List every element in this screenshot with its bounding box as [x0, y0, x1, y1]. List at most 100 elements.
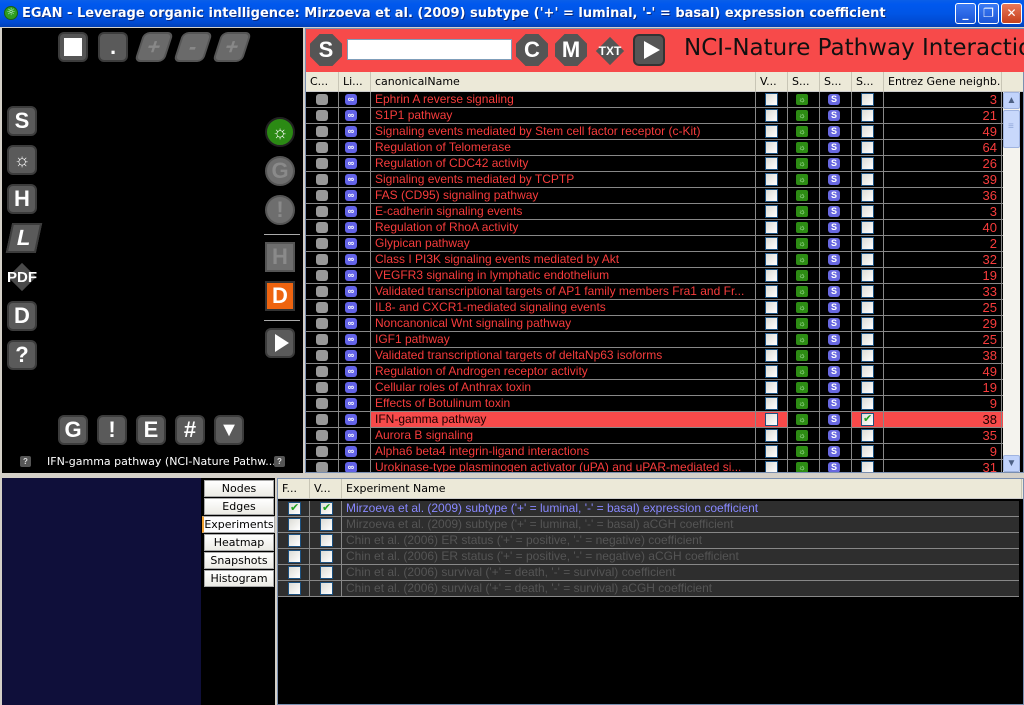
help-small-icon-left[interactable]: ?	[20, 456, 31, 467]
pathway-name[interactable]: Regulation of Telomerase	[371, 140, 756, 155]
pathway-scrollbar[interactable]: ▲ ▼	[1003, 92, 1020, 472]
s1-cell[interactable]: ☼	[788, 108, 820, 123]
select-all-button[interactable]	[58, 32, 88, 62]
s3-cell[interactable]	[852, 428, 884, 443]
s3-checkbox[interactable]	[861, 301, 874, 314]
link-cell[interactable]: ∞	[339, 236, 371, 251]
s2-cell[interactable]: S	[820, 108, 852, 123]
v-checkbox[interactable]	[765, 125, 778, 138]
link-cell[interactable]: ∞	[339, 284, 371, 299]
s3-checkbox[interactable]	[861, 285, 874, 298]
s3-checkbox[interactable]	[861, 93, 874, 106]
link-cell[interactable]: ∞	[339, 380, 371, 395]
d-button[interactable]: D	[7, 301, 37, 331]
link-cell[interactable]: ∞	[339, 300, 371, 315]
s2-cell[interactable]: S	[820, 284, 852, 299]
experiment-name[interactable]: Mirzoeva et al. (2009) subtype ('+' = lu…	[342, 517, 1019, 532]
v-cell[interactable]	[756, 108, 788, 123]
scroll-thumb[interactable]	[1003, 110, 1020, 148]
f-checkbox[interactable]	[288, 518, 301, 531]
s2-cell[interactable]: S	[820, 380, 852, 395]
v-checkbox[interactable]	[320, 582, 333, 595]
g-button-disabled[interactable]: G	[265, 156, 295, 186]
s1-cell[interactable]: ☼	[788, 188, 820, 203]
v-checkbox[interactable]	[765, 333, 778, 346]
v-checkbox[interactable]	[765, 285, 778, 298]
pathway-row[interactable]: ∞ Regulation of RhoA activity ☼ S 40	[306, 220, 1003, 236]
v-cell[interactable]	[310, 533, 342, 548]
restore-button[interactable]: ❐	[978, 3, 999, 24]
tab-histogram[interactable]: Histogram	[204, 570, 274, 587]
s2-cell[interactable]: S	[820, 364, 852, 379]
link-cell[interactable]: ∞	[339, 412, 371, 427]
minimize-button[interactable]: _	[955, 3, 976, 24]
v-cell[interactable]	[310, 517, 342, 532]
search-input[interactable]	[347, 39, 512, 60]
col-header-entrez[interactable]: Entrez Gene neighb...	[884, 72, 1002, 92]
v-cell[interactable]	[310, 549, 342, 564]
v-cell[interactable]	[756, 364, 788, 379]
s2-cell[interactable]: S	[820, 220, 852, 235]
pathway-name[interactable]: Cellular roles of Anthrax toxin	[371, 380, 756, 395]
v-checkbox[interactable]	[765, 173, 778, 186]
c-cell[interactable]	[306, 332, 339, 347]
dot-button[interactable]: .	[98, 32, 128, 62]
s3-checkbox[interactable]	[861, 269, 874, 282]
g-button[interactable]: G	[58, 415, 88, 445]
pathway-row[interactable]: ∞ Noncanonical Wnt signaling pathway ☼ S 29	[306, 316, 1003, 332]
pathway-row[interactable]: ∞ IFN-gamma pathway ☼ S 38	[306, 412, 1003, 428]
settings-button[interactable]: ☼	[7, 145, 37, 175]
v-checkbox[interactable]	[765, 141, 778, 154]
v-cell[interactable]	[756, 172, 788, 187]
v-checkbox[interactable]	[765, 269, 778, 282]
s3-checkbox[interactable]	[861, 461, 874, 472]
pathway-name[interactable]: Ephrin A reverse signaling	[371, 92, 756, 107]
v-checkbox[interactable]	[765, 365, 778, 378]
s1-cell[interactable]: ☼	[788, 284, 820, 299]
c-cell[interactable]	[306, 300, 339, 315]
v-checkbox[interactable]	[320, 501, 333, 515]
scroll-up-button[interactable]: ▲	[1003, 92, 1020, 109]
pathway-name[interactable]: Alpha6 beta4 integrin-ligand interaction…	[371, 444, 756, 459]
v-cell[interactable]	[756, 220, 788, 235]
s3-cell[interactable]	[852, 348, 884, 363]
s3-cell[interactable]	[852, 108, 884, 123]
v-checkbox[interactable]	[765, 461, 778, 472]
s3-checkbox[interactable]	[861, 189, 874, 202]
pathway-row[interactable]: ∞ Urokinase-type plasminogen activator (u…	[306, 460, 1003, 472]
pathway-row[interactable]: ∞ Validated transcriptional targets of de…	[306, 348, 1003, 364]
c-cell[interactable]	[306, 268, 339, 283]
col-header-c[interactable]: C...	[306, 72, 339, 92]
pathway-name[interactable]: Validated transcriptional targets of AP1…	[371, 284, 756, 299]
s3-cell[interactable]	[852, 380, 884, 395]
f-cell[interactable]	[278, 517, 310, 532]
s1-cell[interactable]: ☼	[788, 316, 820, 331]
pathway-row[interactable]: ∞ Regulation of CDC42 activity ☼ S 26	[306, 156, 1003, 172]
help-small-icon-right[interactable]: ?	[274, 456, 285, 467]
pathway-row[interactable]: ∞ IL8- and CXCR1-mediated signaling event…	[306, 300, 1003, 316]
pathway-name[interactable]: Noncanonical Wnt signaling pathway	[371, 316, 756, 331]
c-cell[interactable]	[306, 92, 339, 107]
c-cell[interactable]	[306, 124, 339, 139]
s1-cell[interactable]: ☼	[788, 156, 820, 171]
s1-cell[interactable]: ☼	[788, 124, 820, 139]
v-checkbox[interactable]	[765, 413, 778, 426]
s3-checkbox[interactable]	[861, 317, 874, 330]
s2-cell[interactable]: S	[820, 252, 852, 267]
pathway-name[interactable]: FAS (CD95) signaling pathway	[371, 188, 756, 203]
c-cell[interactable]	[306, 108, 339, 123]
experiment-row[interactable]: Chin et al. (2006) survival ('+' = death…	[278, 565, 1019, 581]
col-header-li[interactable]: Li...	[339, 72, 371, 92]
pathway-name[interactable]: IL8- and CXCR1-mediated signaling events	[371, 300, 756, 315]
pathway-name[interactable]: VEGFR3 signaling in lymphatic endotheliu…	[371, 268, 756, 283]
f-checkbox[interactable]	[288, 566, 301, 579]
s1-cell[interactable]: ☼	[788, 220, 820, 235]
link-cell[interactable]: ∞	[339, 364, 371, 379]
pathway-name[interactable]: Regulation of CDC42 activity	[371, 156, 756, 171]
s2-cell[interactable]: S	[820, 428, 852, 443]
v-checkbox[interactable]	[320, 566, 333, 579]
s2-cell[interactable]: S	[820, 316, 852, 331]
s3-checkbox[interactable]	[861, 125, 874, 138]
c-button[interactable]: C	[516, 34, 548, 66]
txt-export-button[interactable]: TXT	[596, 37, 624, 65]
